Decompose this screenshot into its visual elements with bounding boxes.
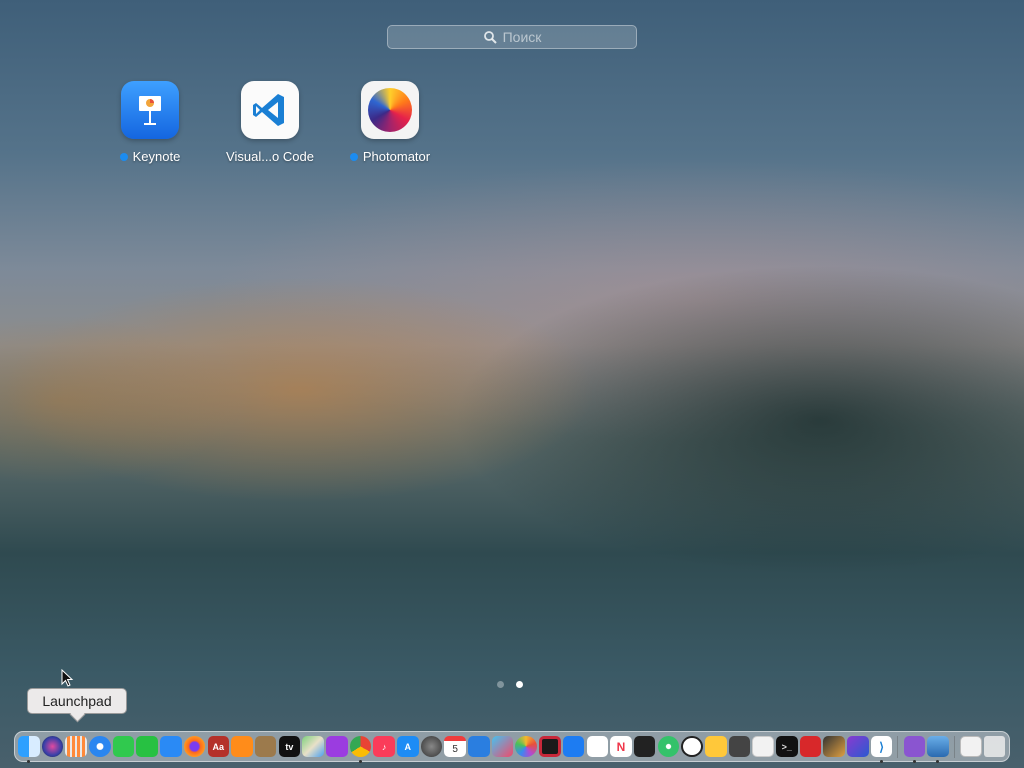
vscode-icon [241, 81, 299, 139]
downloads-icon[interactable] [960, 736, 982, 757]
page-dot-1[interactable] [497, 681, 504, 688]
capture-icon[interactable] [539, 736, 561, 757]
dock-separator [953, 735, 955, 758]
podcasts-icon[interactable] [325, 736, 348, 757]
dock: Aa tv ♪ A 5 N >_ ⟩ [14, 731, 1010, 763]
dictionary-icon[interactable]: Aa [207, 736, 230, 757]
siri-icon[interactable] [41, 736, 64, 757]
affinity-icon[interactable] [847, 736, 869, 757]
visual-studio-icon[interactable] [903, 736, 926, 763]
chrome-icon[interactable] [349, 736, 372, 763]
terminal-icon[interactable]: >_ [776, 736, 798, 757]
screens-icon[interactable] [491, 736, 514, 757]
calendar-day: 5 [452, 743, 458, 755]
safari-icon[interactable] [89, 736, 111, 757]
calendar-icon[interactable]: 5 [444, 736, 466, 757]
app-keynote[interactable]: Keynote [90, 81, 210, 166]
maps-icon[interactable] [302, 736, 324, 757]
reminders-icon[interactable] [586, 736, 609, 757]
keynote-dock-icon[interactable] [562, 736, 585, 757]
dock-tooltip: Launchpad [27, 688, 127, 714]
app-label: Photomator [362, 149, 431, 164]
page-indicator [497, 681, 523, 688]
search-field[interactable]: Поиск [387, 25, 637, 49]
firefox-icon[interactable] [183, 736, 206, 757]
search-icon [483, 31, 497, 44]
new-app-dot [349, 152, 358, 161]
facetime-icon[interactable] [136, 736, 159, 757]
appletv-icon[interactable]: tv [278, 736, 301, 757]
find-my-icon[interactable] [657, 736, 680, 757]
system-settings-icon[interactable] [420, 736, 443, 757]
app-vscode[interactable]: Visual...o Code [210, 81, 330, 166]
app-photomator[interactable]: Photomator [330, 81, 450, 166]
messages-icon[interactable] [112, 736, 135, 757]
toolbox-icon[interactable] [799, 736, 822, 757]
new-app-dot [119, 152, 128, 161]
trash-icon[interactable] [983, 736, 1006, 757]
mouse-cursor-icon [61, 669, 74, 687]
home-icon[interactable] [704, 736, 727, 757]
finder-icon[interactable] [18, 736, 40, 763]
keynote-icon [121, 81, 179, 139]
activity-monitor-icon[interactable] [633, 736, 656, 757]
calculator-icon[interactable] [728, 736, 751, 757]
tooltip-text: Launchpad [42, 693, 112, 709]
vscode-dock-icon[interactable]: ⟩ [870, 736, 893, 763]
launchpad-icon[interactable] [65, 736, 87, 757]
notes-brown-icon[interactable] [254, 736, 277, 757]
clock-icon[interactable] [681, 736, 703, 757]
icloud-icon[interactable] [468, 736, 490, 757]
textedit-icon[interactable] [752, 736, 774, 757]
photomator-icon [361, 81, 419, 139]
music-icon[interactable]: ♪ [373, 736, 395, 757]
search-placeholder: Поиск [502, 29, 542, 45]
mail-icon[interactable] [160, 736, 182, 757]
news-icon[interactable]: N [610, 736, 632, 757]
app-label: Keynote [132, 149, 181, 164]
page-dot-2[interactable] [516, 681, 523, 688]
photos-icon[interactable] [515, 736, 538, 757]
app-label: Visual...o Code [226, 149, 314, 164]
preview-icon[interactable] [927, 736, 949, 763]
dock-separator [897, 735, 899, 758]
brush-icon[interactable] [823, 736, 845, 757]
books-icon[interactable] [231, 736, 253, 757]
appstore-icon[interactable]: A [397, 736, 419, 757]
